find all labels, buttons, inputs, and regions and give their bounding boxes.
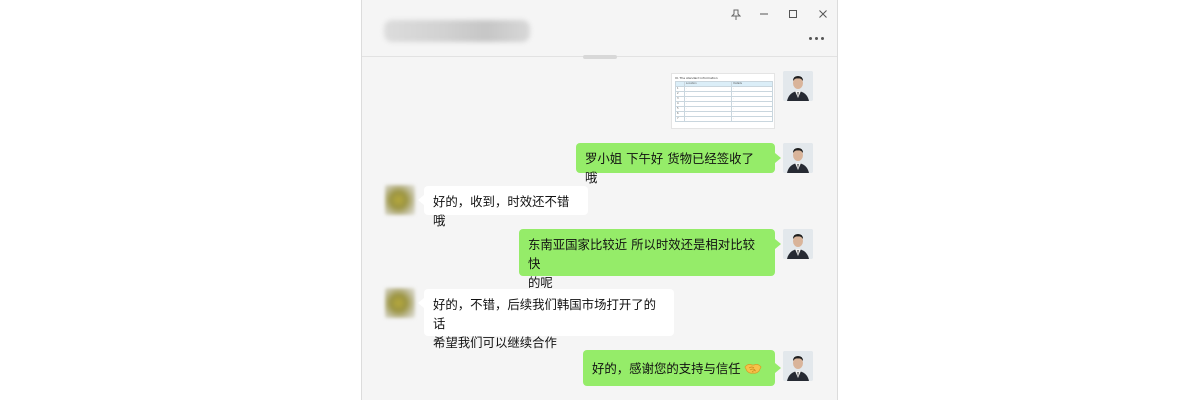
avatar[interactable] <box>783 71 813 101</box>
chat-bubble-other[interactable]: 好的，收到，时效还不错哦 <box>424 186 588 228</box>
image-message[interactable]: III. The standard information Location De… <box>671 73 775 129</box>
message-text: 好的，感谢您的支持与信任 <box>592 361 741 376</box>
avatar[interactable] <box>783 229 813 259</box>
avatar[interactable] <box>385 288 415 318</box>
message-line: 好的，不错，后续我们韩国市场打开了的话 <box>433 297 657 331</box>
chat-bubble-self[interactable]: 东南亚国家比较近 所以时效还是相对比较快 的呢 <box>519 229 775 290</box>
chat-header <box>362 0 837 57</box>
avatar-self-icon <box>783 143 813 173</box>
document-table: Location Details 1 · · 2 · · 3 · · 4 · · 5 · · 6 · · … <box>675 81 773 122</box>
chat-window: III. The standard information Location De… <box>361 0 838 400</box>
chat-bubble-other[interactable]: 好的，不错，后续我们韩国市场打开了的话 希望我们可以继续合作 <box>424 289 674 350</box>
chat-bubble-self[interactable]: 罗小姐 下午好 货物已经签收了哦 <box>576 143 775 185</box>
handshake-icon <box>744 363 762 374</box>
message-text: 罗小姐 下午好 货物已经签收了哦 <box>585 151 754 185</box>
chat-bubble-self[interactable]: 好的，感谢您的支持与信任 <box>583 350 775 386</box>
bubble-tail <box>775 363 781 373</box>
close-icon[interactable] <box>813 5 833 23</box>
pin-icon[interactable] <box>726 5 746 23</box>
avatar-self-icon <box>783 351 813 381</box>
avatar-self-icon <box>783 71 813 101</box>
maximize-icon[interactable] <box>783 5 803 23</box>
resize-grip[interactable] <box>583 55 617 59</box>
message-text: 好的，收到，时效还不错哦 <box>433 194 570 228</box>
document-title: III. The standard information <box>675 76 718 80</box>
contact-name-redacted <box>384 20 530 42</box>
message-line: 东南亚国家比较近 所以时效还是相对比较快 <box>528 237 755 271</box>
bubble-tail <box>775 239 781 249</box>
bubble-tail <box>775 153 781 163</box>
avatar[interactable] <box>783 351 813 381</box>
avatar[interactable] <box>783 143 813 173</box>
minimize-icon[interactable] <box>754 5 774 23</box>
avatar[interactable] <box>385 185 415 215</box>
avatar-self-icon <box>783 229 813 259</box>
more-icon[interactable] <box>805 30 827 46</box>
